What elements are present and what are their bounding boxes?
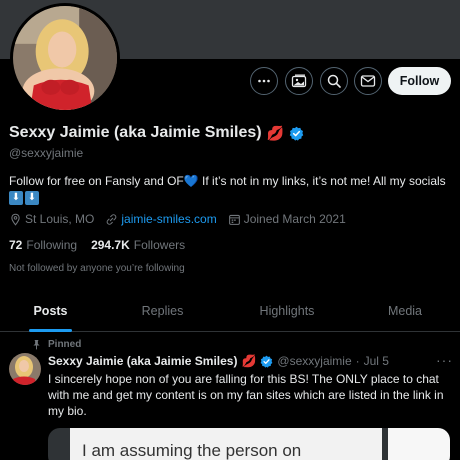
tweet-text: I sincerely hope non of you are falling … <box>48 372 444 418</box>
pin-icon <box>33 340 40 350</box>
display-name: Sexxy Jaimie (aka Jaimie Smiles) <box>9 124 262 141</box>
tweet-avatar-photo <box>9 353 41 385</box>
blue-heart-emoji: 💙 <box>183 174 199 188</box>
down-arrow-icon: ⬇ <box>9 190 23 205</box>
link-icon <box>107 213 117 225</box>
bio-text-2: If it’s not in my links, it’s not me! Al… <box>198 174 446 188</box>
pinned-text: Pinned <box>48 339 82 350</box>
lips-emoji: 💋 <box>241 354 257 368</box>
tweet-author-handle[interactable]: @sexxyjaimie <box>277 354 351 368</box>
down-arrows: ⬇ ⬇ <box>9 190 39 205</box>
profile-bio: Follow for free on Fansly and OF💙 If it’… <box>9 173 457 205</box>
tab-highlights[interactable]: Highlights <box>224 290 350 331</box>
profile-tabs: Posts Replies Highlights Media <box>0 290 460 332</box>
joined-text: Joined March 2021 <box>243 212 346 226</box>
following-label: Following <box>26 238 78 252</box>
tab-label: Replies <box>141 303 184 318</box>
not-followed-text: Not followed by anyone you’re following <box>9 263 185 274</box>
join-date: Joined March 2021 <box>228 212 346 226</box>
search-icon <box>327 74 341 88</box>
tweet-author-name[interactable]: Sexxy Jaimie (aka Jaimie Smiles) <box>48 354 237 368</box>
follow-counts: 72 Following 294.7K Followers <box>9 238 199 252</box>
location-text: St Louis, MO <box>25 212 95 226</box>
avatar-photo <box>13 6 117 110</box>
followers-count: 294.7K <box>91 238 130 252</box>
separator-dot: · <box>355 354 360 368</box>
profile-avatar[interactable] <box>10 3 120 113</box>
down-arrow-icon: ⬇ <box>25 190 39 205</box>
tweet-header: Sexxy Jaimie (aka Jaimie Smiles) 💋 @sexx… <box>48 354 389 368</box>
location-pin-icon <box>11 213 20 226</box>
verified-badge-icon[interactable] <box>289 126 304 141</box>
media-image-right <box>388 428 450 460</box>
following-count-link[interactable]: 72 Following <box>9 238 77 252</box>
message-button[interactable] <box>354 67 382 95</box>
lips-emoji: 💋 <box>266 124 285 141</box>
media-image-text: I am assuming the person on <box>70 428 382 460</box>
tweet-media[interactable]: I am assuming the person on <box>48 428 450 460</box>
media-gallery-icon <box>291 74 307 88</box>
follow-button[interactable]: Follow <box>388 67 451 95</box>
tab-media[interactable]: Media <box>350 290 460 331</box>
bio-text: Follow for free on Fansly and OF <box>9 174 184 188</box>
profile-handle: @sexxyjaimie <box>9 146 84 160</box>
tab-posts[interactable]: Posts <box>0 290 101 332</box>
verified-badge-icon <box>261 355 273 368</box>
tweet-more-icon[interactable]: ··· <box>436 352 453 368</box>
profile-name-row: Sexxy Jaimie (aka Jaimie Smiles) 💋 <box>9 124 304 142</box>
tweet-avatar[interactable] <box>9 353 41 385</box>
followers-label: Followers <box>133 238 186 252</box>
following-count: 72 <box>9 238 23 252</box>
website[interactable]: jaimie-smiles.com <box>105 212 217 226</box>
location: St Louis, MO <box>9 212 94 226</box>
message-icon <box>360 75 376 87</box>
tab-label: Media <box>387 303 423 318</box>
pinned-label: Pinned <box>31 339 81 350</box>
tab-label: Posts <box>33 303 68 318</box>
search-button[interactable] <box>320 67 348 95</box>
active-tab-indicator <box>29 329 72 332</box>
tab-replies[interactable]: Replies <box>101 290 224 331</box>
tweet-date[interactable]: Jul 5 <box>364 354 389 368</box>
calendar-icon <box>228 214 240 225</box>
more-button[interactable] <box>250 67 278 95</box>
website-link[interactable]: jaimie-smiles.com <box>121 212 216 226</box>
tab-label: Highlights <box>259 303 315 318</box>
followers-count-link[interactable]: 294.7K Followers <box>91 238 185 252</box>
more-icon <box>258 79 270 83</box>
media-gallery-button[interactable] <box>285 67 313 95</box>
profile-meta: St Louis, MO jaimie-smiles.com Joined Ma… <box>9 212 357 226</box>
